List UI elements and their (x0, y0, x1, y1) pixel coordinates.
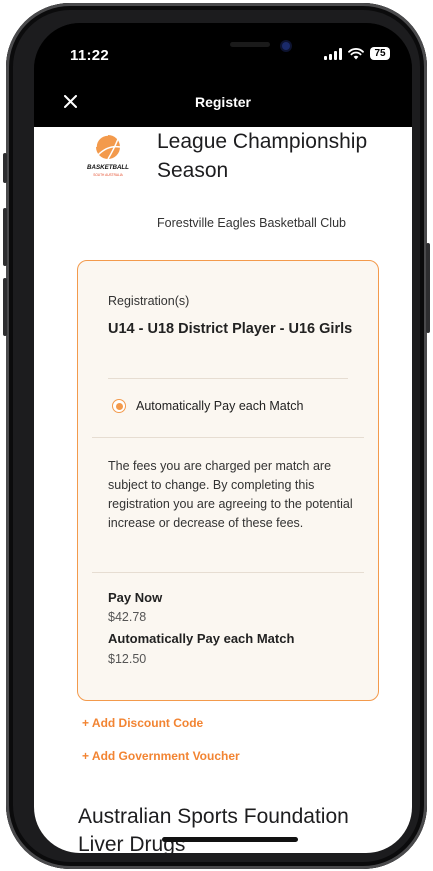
logo-subtext: SOUTH AUSTRALIA (93, 173, 123, 177)
auto-pay-label: Automatically Pay each Match (108, 631, 295, 646)
speaker (230, 42, 270, 47)
section-title: Australian Sports Foundation Liver Drugs (78, 805, 349, 853)
content: BASKETBALL SOUTH AUSTRALIA League Champi… (34, 127, 412, 853)
divider (108, 378, 348, 379)
payment-option[interactable]: Automatically Pay each Match (112, 399, 303, 413)
battery-icon: 75 (370, 47, 390, 60)
registration-name: U14 - U18 District Player - U16 Girls (108, 321, 353, 337)
add-discount-code-link[interactable]: + Add Discount Code (82, 716, 203, 730)
pay-now-label: Pay Now (108, 590, 163, 605)
camera-icon (282, 42, 290, 50)
divider (92, 437, 364, 438)
radio-selected-icon[interactable] (112, 399, 126, 413)
phone-frame: 11:22 75 Register BASKETBALL SOUTH AUSTR… (3, 3, 430, 869)
screen: 11:22 75 Register BASKETBALL SOUTH AUSTR… (34, 23, 412, 853)
registration-card: Registration(s) U14 - U18 District Playe… (77, 260, 379, 701)
club-name: Forestville Eagles Basketball Club (157, 216, 346, 230)
page-title: Register (194, 94, 252, 110)
status-time: 11:22 (70, 47, 110, 64)
auto-pay-value: $12.50 (108, 652, 147, 666)
status-bar: 11:22 75 (34, 23, 412, 77)
silent-switch (3, 153, 7, 183)
notch (186, 29, 314, 63)
event-title: League Championship Season (157, 130, 368, 182)
payment-option-label: Automatically Pay each Match (136, 399, 304, 413)
divider (92, 572, 364, 573)
signal-icon (324, 47, 342, 60)
basketball-logo: BASKETBALL SOUTH AUSTRALIA (87, 134, 129, 177)
wifi-icon (348, 47, 364, 59)
fees-note: The fees you are charged per match are s… (108, 459, 353, 530)
volume-up-button (3, 208, 7, 266)
registrations-label: Registration(s) (108, 294, 190, 308)
power-button (426, 243, 430, 333)
home-indicator (162, 837, 298, 842)
volume-down-button (3, 278, 7, 336)
logo-text: BASKETBALL (87, 164, 129, 171)
nav-bar: Register (34, 77, 412, 127)
pay-now-value: $42.78 (108, 610, 147, 624)
status-icons: 75 (324, 47, 390, 60)
add-government-voucher-link[interactable]: + Add Government Voucher (82, 749, 240, 763)
